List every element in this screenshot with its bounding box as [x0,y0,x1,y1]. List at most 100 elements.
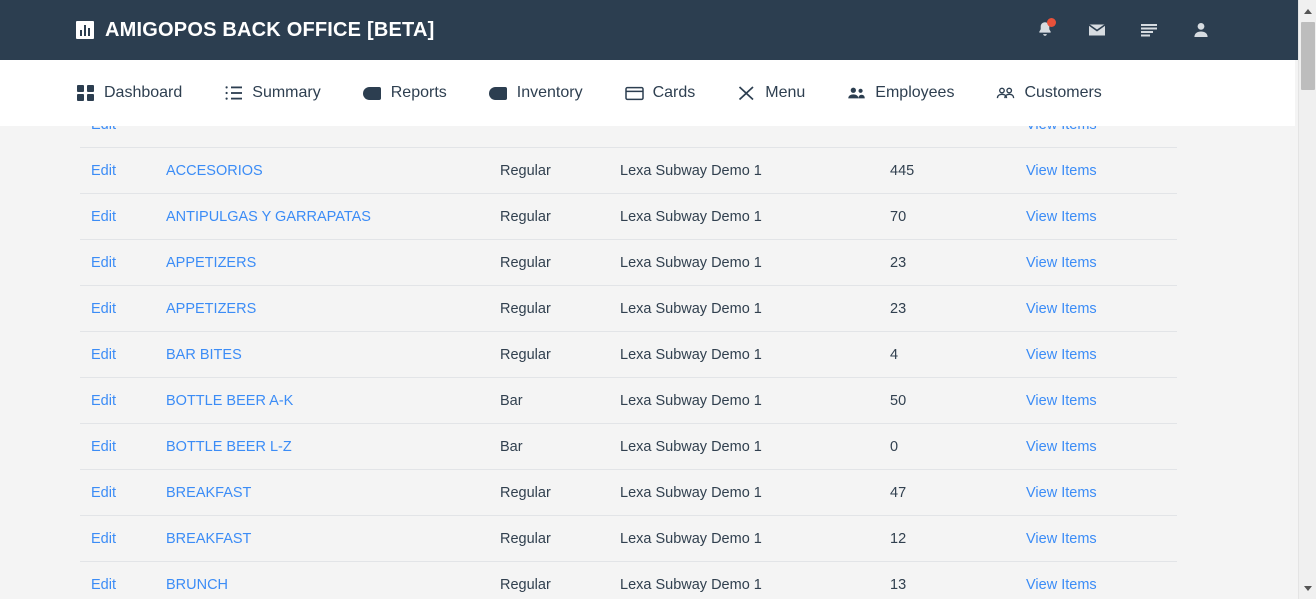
view-items-link[interactable]: View Items [1010,577,1150,593]
nav-item-customers[interactable]: Customers [996,84,1102,103]
item-count: 445 [890,162,915,179]
item-count: 23 [890,254,907,271]
view-items-link[interactable]: View Items [1010,209,1150,225]
edit-link[interactable]: Edit [80,347,152,363]
table-row[interactable]: Edit BOTTLE BEER A-K Bar Lexa Subway Dem… [80,378,1177,424]
bar-chart-icon [76,21,94,39]
nav-item-summary[interactable]: Summary [224,84,321,103]
table-row[interactable]: Edit APPETIZERS Regular Lexa Subway Demo… [80,240,1177,286]
store-name: Lexa Subway Demo 1 [620,438,762,455]
users-icon [847,84,866,103]
content-area: Edit View Items Edit ACCESORIOS Regular … [0,126,1298,599]
category-name-link[interactable]: APPETIZERS [152,255,500,271]
list-lines-icon[interactable] [1136,17,1162,43]
user-icon[interactable] [1188,17,1214,43]
view-items-link[interactable]: View Items [1010,347,1150,363]
edit-link[interactable]: Edit [80,209,152,225]
nav-item-cards[interactable]: Cards [624,84,696,103]
view-items-link[interactable]: View Items [1010,301,1150,317]
category-name-link[interactable]: BOTTLE BEER L-Z [152,439,500,455]
item-count: 13 [890,576,907,593]
nav-item-inventory[interactable]: Inventory [489,84,583,103]
category-name-link[interactable]: BREAKFAST [152,531,500,547]
view-items-link[interactable]: View Items [1010,439,1150,455]
table-row[interactable]: Edit BAR BITES Regular Lexa Subway Demo … [80,332,1177,378]
main-navigation: Dashboard Summary Reports Inventory Card… [0,60,1295,126]
store-name: Lexa Subway Demo 1 [620,254,762,271]
view-items-link[interactable]: View Items [1010,255,1150,271]
chevron-up-icon[interactable] [1299,2,1316,20]
edit-link[interactable]: Edit [80,126,152,133]
table-row[interactable]: Edit BRUNCH Regular Lexa Subway Demo 1 1… [80,562,1177,599]
store-name: Lexa Subway Demo 1 [620,576,762,593]
item-count: 47 [890,484,907,501]
nav-item-employees[interactable]: Employees [847,84,954,103]
category-type: Regular [500,346,551,363]
table-row[interactable]: Edit BREAKFAST Regular Lexa Subway Demo … [80,470,1177,516]
store-name: Lexa Subway Demo 1 [620,162,762,179]
customers-icon [996,84,1015,103]
nav-item-label: Reports [390,84,447,101]
table-row[interactable]: Edit APPETIZERS Regular Lexa Subway Demo… [80,286,1177,332]
nav-item-label: Summary [252,84,321,101]
nav-item-label: Dashboard [104,84,183,101]
nav-item-label: Customers [1024,84,1102,101]
view-items-link[interactable]: View Items [1010,485,1150,501]
store-name: Lexa Subway Demo 1 [620,530,762,547]
table-row[interactable]: Edit ACCESORIOS Regular Lexa Subway Demo… [80,148,1177,194]
chevron-down-icon[interactable] [1299,579,1316,597]
store-name: Lexa Subway Demo 1 [620,300,762,317]
view-items-link[interactable]: View Items [1010,163,1150,179]
item-count: 70 [890,208,907,225]
page-title: AMIGOPOS BACK OFFICE [BETA] [105,18,435,41]
table-row[interactable]: Edit BREAKFAST Regular Lexa Subway Demo … [80,516,1177,562]
categories-table: Edit View Items Edit ACCESORIOS Regular … [80,126,1177,599]
scrollbar-thumb[interactable] [1301,22,1315,90]
notification-badge [1047,18,1056,27]
edit-link[interactable]: Edit [80,301,152,317]
category-name-link[interactable]: BRUNCH [152,577,500,593]
vertical-scrollbar[interactable] [1298,0,1316,599]
category-name-link[interactable]: BREAKFAST [152,485,500,501]
bell-icon[interactable] [1032,17,1058,43]
app-header: AMIGOPOS BACK OFFICE [BETA] [0,0,1298,60]
app-window: AMIGOPOS BACK OFFICE [BETA] Dashboard Su… [0,0,1316,599]
box-blob-icon [489,84,508,103]
envelope-icon[interactable] [1084,17,1110,43]
edit-link[interactable]: Edit [80,393,152,409]
table-row[interactable]: Edit ANTIPULGAS Y GARRAPATAS Regular Lex… [80,194,1177,240]
view-items-link[interactable]: View Items [1010,126,1150,133]
view-items-link[interactable]: View Items [1010,531,1150,547]
category-type: Regular [500,208,551,225]
category-type: Regular [500,530,551,547]
item-count: 4 [890,346,899,363]
category-type: Regular [500,300,551,317]
edit-link[interactable]: Edit [80,531,152,547]
nav-item-label: Menu [765,84,806,101]
nav-item-reports[interactable]: Reports [363,84,447,103]
store-name: Lexa Subway Demo 1 [620,346,762,363]
header-actions [1032,0,1214,60]
nav-item-dashboard[interactable]: Dashboard [76,84,182,103]
category-name-link[interactable]: APPETIZERS [152,301,500,317]
table-row[interactable]: Edit BOTTLE BEER L-Z Bar Lexa Subway Dem… [80,424,1177,470]
table-row[interactable]: Edit View Items [80,126,1177,148]
category-type: Regular [500,576,551,593]
category-name-link[interactable]: ANTIPULGAS Y GARRAPATAS [152,209,500,225]
category-name-link[interactable]: ACCESORIOS [152,163,500,179]
edit-link[interactable]: Edit [80,163,152,179]
edit-link[interactable]: Edit [80,439,152,455]
nav-item-label: Cards [652,84,696,101]
edit-link[interactable]: Edit [80,577,152,593]
category-name-link[interactable]: BAR BITES [152,347,500,363]
store-name: Lexa Subway Demo 1 [620,208,762,225]
edit-link[interactable]: Edit [80,255,152,271]
category-name-link[interactable]: BOTTLE BEER A-K [152,393,500,409]
chart-blob-icon [363,84,382,103]
brand[interactable]: AMIGOPOS BACK OFFICE [BETA] [76,19,434,42]
edit-link[interactable]: Edit [80,485,152,501]
category-type: Regular [500,162,551,179]
nav-item-menu[interactable]: Menu [737,84,805,103]
view-items-link[interactable]: View Items [1010,393,1150,409]
store-name: Lexa Subway Demo 1 [620,484,762,501]
